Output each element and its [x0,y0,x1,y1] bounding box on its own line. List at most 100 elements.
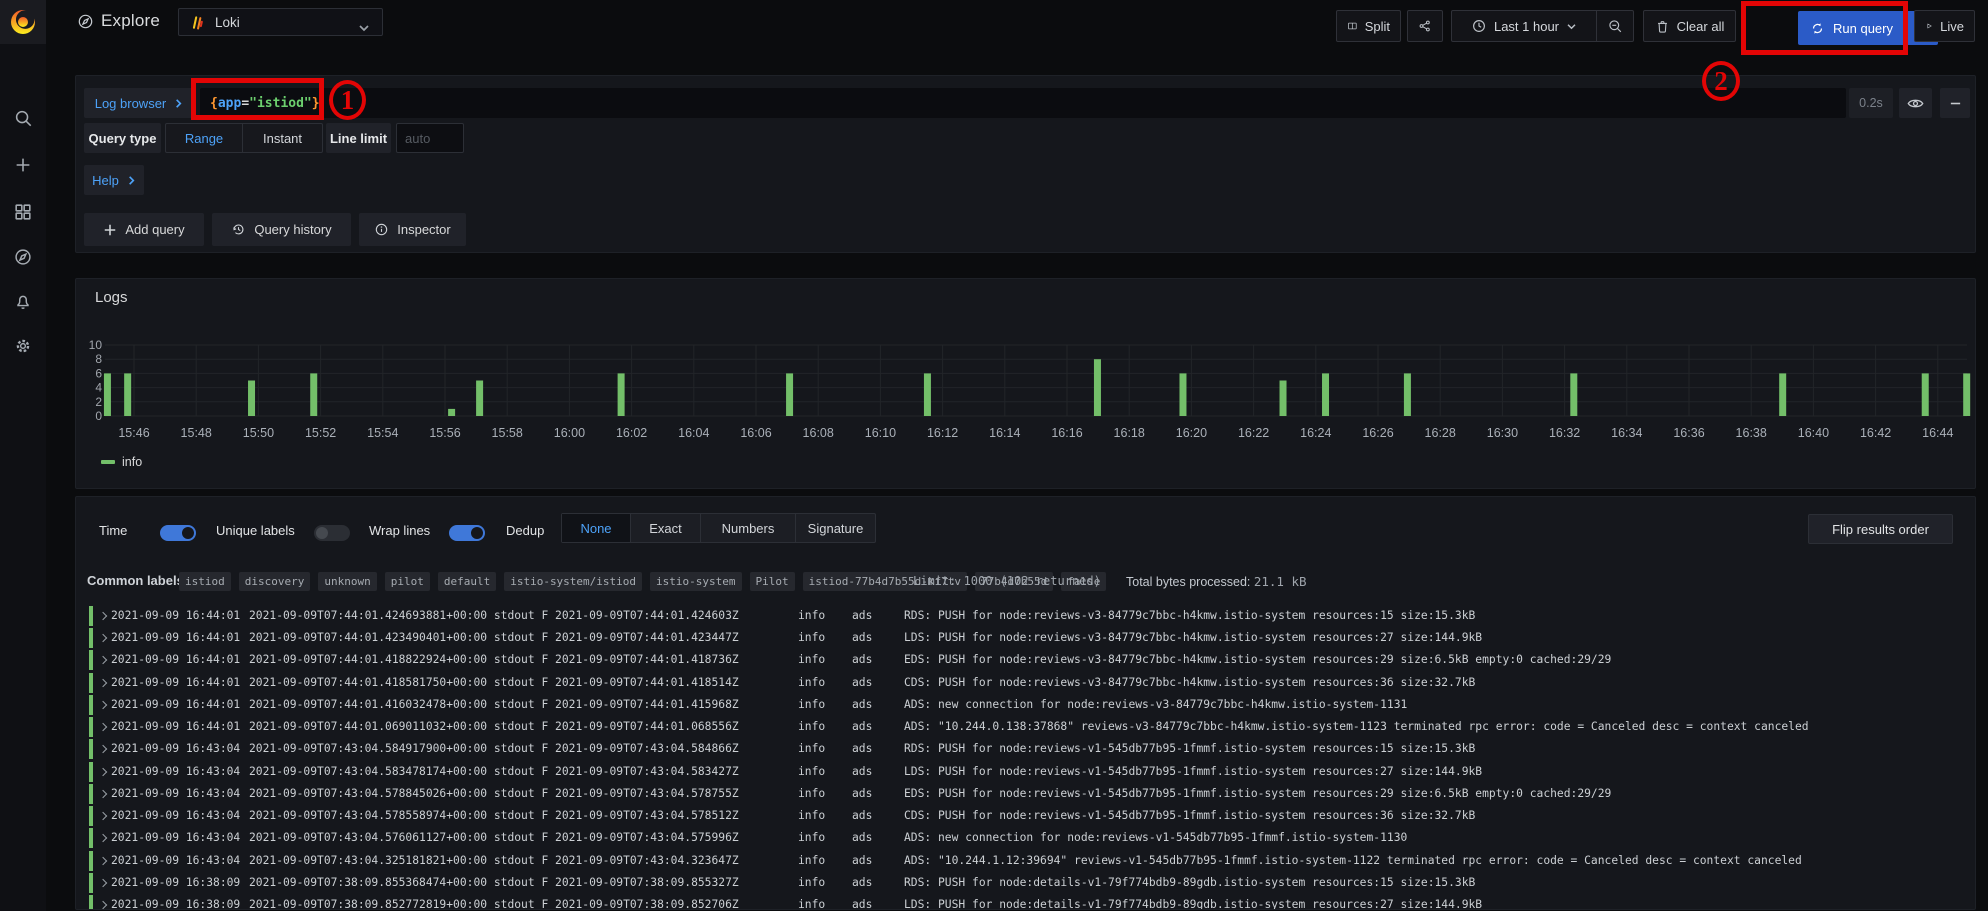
log-row[interactable]: 2021-09-09 16:44:012021-09-09T07:44:01.4… [76,649,1975,671]
log-row[interactable]: 2021-09-09 16:44:012021-09-09T07:44:01.4… [76,672,1975,694]
log-message: EDS: PUSH for node:reviews-v3-84779c7bbc… [904,653,1611,666]
log-volume-bar [448,409,455,416]
log-raw-prefix: 2021-09-09T07:43:04.576061127+00:00 stdo… [249,831,739,844]
log-row[interactable]: 2021-09-09 16:38:092021-09-09T07:38:09.8… [76,894,1975,910]
query-visibility-button[interactable] [1899,88,1932,118]
chart-legend: info [101,455,142,469]
expand-row-chevron-icon[interactable] [99,812,107,820]
grafana-logo[interactable] [0,0,46,44]
query-input[interactable]: {app="istiod"} [200,88,1846,118]
svg-text:15:50: 15:50 [243,426,274,440]
inspector-button[interactable]: Inspector [359,213,466,246]
log-volume-bar [1322,373,1329,416]
dashboards-icon[interactable] [13,202,33,222]
expand-row-chevron-icon[interactable] [99,678,107,686]
svg-text:16:30: 16:30 [1487,426,1518,440]
legend-info-label[interactable]: info [122,455,142,469]
svg-text:15:52: 15:52 [305,426,336,440]
log-row[interactable]: 2021-09-09 16:44:012021-09-09T07:44:01.4… [76,605,1975,627]
expand-row-chevron-icon[interactable] [99,656,107,664]
annotation-box-query [191,78,324,120]
zoom-out-button[interactable] [1597,10,1634,42]
log-level: info [798,609,825,622]
expand-row-chevron-icon[interactable] [99,901,107,909]
log-message: LDS: PUSH for node:reviews-v1-545db77b95… [904,765,1482,778]
log-module: ads [852,631,872,644]
query-type-range[interactable]: Range [166,124,242,152]
log-level: info [798,742,825,755]
log-level-indicator [89,695,93,715]
settings-gear-icon[interactable] [13,336,33,356]
live-button[interactable]: Live [1914,10,1975,42]
log-volume-bar [924,373,931,416]
log-level-indicator [89,828,93,848]
log-message: RDS: PUSH for node:details-v1-79f774bdb9… [904,876,1475,889]
log-module: ads [852,609,872,622]
share-button[interactable] [1407,10,1443,42]
alerting-bell-icon[interactable] [13,291,33,311]
datasource-picker[interactable]: Loki [178,8,383,36]
expand-row-chevron-icon[interactable] [99,834,107,842]
log-raw-prefix: 2021-09-09T07:44:01.418581750+00:00 stdo… [249,676,739,689]
log-module: ads [852,653,872,666]
log-row[interactable]: 2021-09-09 16:44:012021-09-09T07:44:01.4… [76,694,1975,716]
expand-row-chevron-icon[interactable] [99,701,107,709]
add-icon[interactable] [13,155,33,175]
split-button[interactable]: Split [1336,10,1401,42]
logs-volume-chart: 024681015:4615:4815:5015:5215:5415:5615:… [76,279,1975,488]
clear-all-button[interactable]: Clear all [1643,10,1736,42]
annotation-box-run-query [1741,1,1908,55]
query-type-instant[interactable]: Instant [242,124,322,152]
expand-row-chevron-icon[interactable] [99,856,107,864]
log-row[interactable]: 2021-09-09 16:38:092021-09-09T07:38:09.8… [76,872,1975,894]
log-volume-bar [310,373,317,416]
log-module: ads [852,898,872,910]
log-message: CDS: PUSH for node:reviews-v1-545db77b95… [904,809,1475,822]
log-timestamp: 2021-09-09 16:43:04 [111,809,240,822]
time-picker-button[interactable]: Last 1 hour [1451,10,1597,42]
expand-row-chevron-icon[interactable] [99,767,107,775]
expand-row-chevron-icon[interactable] [99,745,107,753]
line-limit-input[interactable] [396,123,464,153]
expand-row-chevron-icon[interactable] [99,612,107,620]
log-row[interactable]: 2021-09-09 16:44:012021-09-09T07:44:01.4… [76,627,1975,649]
help-button[interactable]: Help [84,165,144,195]
svg-text:15:56: 15:56 [429,426,460,440]
log-row[interactable]: 2021-09-09 16:43:042021-09-09T07:43:04.5… [76,805,1975,827]
log-message: ADS: "10.244.0.138:37868" reviews-v3-847… [904,720,1809,733]
log-level-indicator [89,628,93,648]
svg-text:16:38: 16:38 [1736,426,1767,440]
log-timestamp: 2021-09-09 16:38:09 [111,898,240,910]
log-row[interactable]: 2021-09-09 16:43:042021-09-09T07:43:04.5… [76,783,1975,805]
svg-text:4: 4 [95,381,102,395]
log-level-indicator [89,739,93,759]
search-icon[interactable] [13,108,33,128]
log-row[interactable]: 2021-09-09 16:43:042021-09-09T07:43:04.5… [76,761,1975,783]
svg-text:16:42: 16:42 [1860,426,1891,440]
expand-row-chevron-icon[interactable] [99,879,107,887]
svg-text:16:20: 16:20 [1176,426,1207,440]
log-row[interactable]: 2021-09-09 16:43:042021-09-09T07:43:04.5… [76,827,1975,849]
svg-text:16:10: 16:10 [865,426,896,440]
log-row[interactable]: 2021-09-09 16:44:012021-09-09T07:44:01.0… [76,716,1975,738]
svg-text:16:00: 16:00 [554,426,585,440]
log-timestamp: 2021-09-09 16:44:01 [111,653,240,666]
log-row[interactable]: 2021-09-09 16:43:042021-09-09T07:43:04.3… [76,850,1975,872]
log-browser-button[interactable]: Log browser [84,88,194,118]
svg-text:16:26: 16:26 [1362,426,1393,440]
log-timestamp: 2021-09-09 16:43:04 [111,787,240,800]
add-query-button[interactable]: Add query [84,213,204,246]
log-message: ADS: new connection for node:reviews-v3-… [904,698,1407,711]
expand-row-chevron-icon[interactable] [99,790,107,798]
explore-compass-icon[interactable] [13,247,33,267]
expand-row-chevron-icon[interactable] [99,634,107,642]
query-duration: 0.2s [1849,88,1893,118]
log-level: info [798,831,825,844]
log-timestamp: 2021-09-09 16:44:01 [111,631,240,644]
log-row[interactable]: 2021-09-09 16:43:042021-09-09T07:43:04.5… [76,738,1975,760]
loki-logo-icon [190,15,205,30]
svg-text:16:24: 16:24 [1300,426,1331,440]
expand-row-chevron-icon[interactable] [99,723,107,731]
query-remove-button[interactable] [1940,88,1970,118]
query-history-button[interactable]: Query history [212,213,351,246]
